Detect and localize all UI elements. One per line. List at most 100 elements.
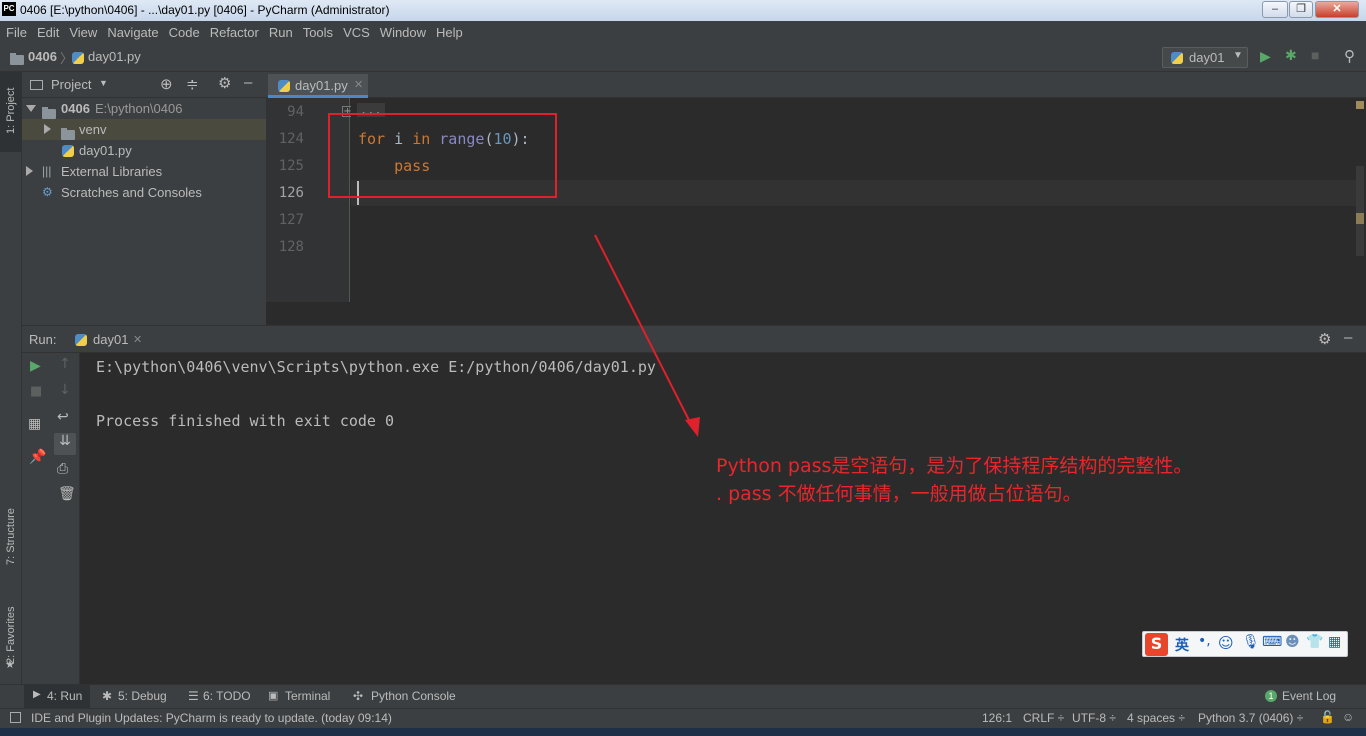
run-icon[interactable]: ▶ — [1260, 48, 1271, 65]
editor-scrollbar[interactable] — [1356, 98, 1366, 325]
skin-shirt-icon[interactable]: 👕 — [1306, 634, 1323, 650]
up-arrow-icon[interactable]: ↑ — [59, 356, 71, 372]
status-toggle-icon[interactable] — [10, 712, 21, 723]
status-message[interactable]: IDE and Plugin Updates: PyCharm is ready… — [31, 711, 392, 725]
expand-arrow-icon[interactable] — [26, 166, 33, 176]
tool-window-todo[interactable]: 6: TODO — [203, 689, 251, 703]
menu-bar: File Edit View Navigate Code Refactor Ru… — [0, 21, 1366, 43]
breadcrumb-project[interactable]: 0406 — [28, 49, 57, 64]
chevron-down-icon[interactable]: ▼ — [99, 78, 108, 88]
keyboard-icon[interactable]: ⌨ — [1262, 634, 1282, 650]
down-arrow-icon[interactable]: ↓ — [59, 382, 71, 398]
menu-code[interactable]: Code — [169, 25, 200, 40]
console-line: E:\python\0406\venv\Scripts\python.exe E… — [96, 358, 656, 376]
indent-selector[interactable]: 4 spaces ÷ — [1127, 711, 1185, 725]
ime-language-toggle[interactable]: 英 — [1175, 635, 1189, 655]
line-number: 127 — [278, 212, 304, 228]
toolbox-grid-icon[interactable]: ▦ — [1328, 634, 1341, 650]
chevron-down-icon: ▼ — [1233, 50, 1243, 61]
minimize-button[interactable]: – — [1262, 1, 1288, 18]
run-tab-label[interactable]: day01 — [93, 332, 128, 347]
line-number: 128 — [278, 239, 304, 255]
interpreter-selector[interactable]: Python 3.7 (0406) ÷ — [1198, 711, 1303, 725]
pin-icon[interactable]: 📌 — [29, 449, 46, 465]
rerun-icon[interactable]: ▶ — [30, 358, 41, 374]
close-tab-icon[interactable]: ✕ — [133, 333, 142, 346]
project-panel: Project ▼ ⊕ ≑ ⚙ – 0406 E:\python\0406 ve… — [22, 72, 266, 325]
tree-item-external-libraries[interactable]: ||| External Libraries — [22, 161, 266, 182]
stop-icon[interactable]: ■ — [30, 384, 42, 399]
encoding-selector[interactable]: UTF-8 ÷ — [1072, 711, 1116, 725]
python-file-icon — [72, 52, 84, 64]
project-view-icon — [30, 80, 43, 90]
scrollbar-thumb[interactable] — [1356, 166, 1364, 256]
close-tab-icon[interactable]: ✕ — [354, 78, 363, 91]
close-button[interactable]: ✕ — [1315, 1, 1359, 18]
user-icon[interactable]: ☻ — [1285, 634, 1300, 650]
search-icon[interactable]: ⚲ — [1344, 47, 1355, 65]
tool-window-debug[interactable]: 5: Debug — [118, 689, 167, 703]
hide-icon[interactable]: – — [244, 74, 252, 91]
tree-item-root[interactable]: 0406 E:\python\0406 — [22, 98, 266, 119]
gear-icon[interactable]: ⚙ — [1318, 330, 1331, 348]
tool-window-run[interactable]: 4: Run — [47, 689, 82, 703]
python-file-icon — [62, 145, 74, 157]
menu-file[interactable]: File — [6, 25, 27, 40]
expand-arrow-icon[interactable] — [44, 124, 51, 134]
soft-wrap-icon[interactable]: ↩ — [57, 409, 69, 425]
menu-edit[interactable]: Edit — [37, 25, 59, 40]
caret-position[interactable]: 126:1 — [982, 711, 1012, 725]
tool-window-event-log[interactable]: Event Log — [1282, 689, 1336, 703]
folder-icon — [61, 128, 75, 140]
project-tool-label[interactable]: 1: Project — [5, 88, 17, 134]
menu-window[interactable]: Window — [380, 25, 426, 40]
hide-icon[interactable]: – — [1344, 329, 1352, 346]
line-number: 125 — [278, 158, 304, 174]
inspector-icon[interactable]: ☺ — [1342, 710, 1354, 724]
run-tool-icon: ▶ — [33, 689, 41, 700]
menu-run[interactable]: Run — [269, 25, 293, 40]
tool-window-python-console[interactable]: Python Console — [371, 689, 456, 703]
print-icon[interactable]: ⎙ — [57, 461, 68, 477]
project-panel-title[interactable]: Project — [51, 77, 91, 92]
emoji-icon[interactable]: ☺ — [1218, 634, 1234, 652]
annotation-line: . pass 不做任何事情，一般用做占位语句。 — [716, 483, 1082, 505]
menu-tools[interactable]: Tools — [303, 25, 333, 40]
inspection-marker-icon[interactable] — [1356, 101, 1364, 109]
ime-toolbar[interactable]: S 英 •, ☺ 🎙 ⌨ ☻ 👕 ▦ — [1142, 631, 1348, 657]
run-config-selector[interactable]: day01 ▼ — [1162, 47, 1248, 68]
gear-icon[interactable]: ⚙ — [218, 74, 231, 92]
project-panel-header: Project ▼ ⊕ ≑ ⚙ – — [22, 72, 266, 98]
structure-tool-label[interactable]: 7: Structure — [5, 508, 17, 565]
line-separator-selector[interactable]: CRLF ÷ — [1023, 711, 1064, 725]
lock-icon[interactable]: 🔓 — [1320, 710, 1335, 724]
locate-target-icon[interactable]: ⊕ — [160, 75, 173, 93]
tree-item-scratches[interactable]: ⚙ Scratches and Consoles — [22, 182, 266, 203]
expand-arrow-icon[interactable] — [26, 105, 36, 112]
menu-help[interactable]: Help — [436, 25, 463, 40]
scroll-to-end-icon[interactable]: ⇊ — [54, 433, 76, 455]
collapse-all-icon[interactable]: ≑ — [186, 75, 199, 93]
menu-vcs[interactable]: VCS — [343, 25, 370, 40]
error-stripe-marker[interactable] — [1356, 213, 1364, 224]
tree-item-day01[interactable]: day01.py — [22, 140, 266, 161]
trash-icon[interactable]: 🗑 — [58, 486, 76, 502]
restore-layout-icon[interactable]: ▦ — [28, 416, 41, 432]
microphone-icon[interactable]: 🎙 — [1242, 634, 1260, 650]
menu-navigate[interactable]: Navigate — [107, 25, 158, 40]
maximize-button[interactable]: ❐ — [1289, 1, 1313, 18]
editor-tab-day01[interactable]: day01.py ✕ — [268, 74, 368, 98]
tree-item-venv[interactable]: venv — [22, 119, 266, 140]
punctuation-icon[interactable]: •, — [1198, 633, 1211, 649]
breadcrumb-file[interactable]: day01.py — [88, 49, 141, 64]
tree-item-label: 0406 — [61, 101, 90, 116]
stop-icon[interactable]: ■ — [1311, 47, 1319, 63]
menu-refactor[interactable]: Refactor — [210, 25, 259, 40]
favorites-tool-label[interactable]: 2: Favorites — [5, 607, 17, 664]
annotation-arrow — [594, 234, 700, 437]
tree-item-label: External Libraries — [61, 164, 163, 179]
menu-view[interactable]: View — [69, 25, 97, 40]
debug-bug-icon[interactable]: ✱ — [1285, 47, 1297, 64]
tool-window-terminal[interactable]: Terminal — [285, 689, 330, 703]
sogou-logo-icon[interactable]: S — [1145, 633, 1168, 656]
